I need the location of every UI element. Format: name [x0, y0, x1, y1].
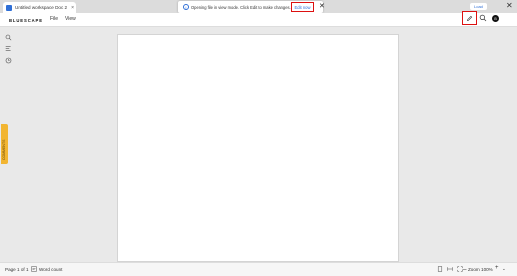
menu-view[interactable]: View	[65, 16, 76, 22]
page-count: Page 1 of 1	[5, 267, 29, 272]
bluescape-logo: BLUESCAPE	[9, 18, 43, 23]
comments-tab[interactable]: COMMENTS	[1, 124, 8, 164]
search-icon[interactable]	[5, 34, 12, 41]
document-icon	[6, 4, 12, 11]
search-icon[interactable]	[479, 14, 487, 22]
tab-title: Untitled workspace Doc 2	[15, 5, 68, 10]
browser-tab[interactable]: Untitled workspace Doc 2 ×	[3, 2, 76, 13]
window-close-icon[interactable]: ✕	[506, 1, 513, 10]
zoom-in-icon[interactable]: +	[495, 265, 499, 271]
word-count-button[interactable]: Word count	[39, 267, 62, 272]
view-mode-notification: i Opening file in view mode. Click Edit …	[178, 1, 325, 13]
history-icon[interactable]	[5, 57, 12, 64]
status-bar: Page 1 of 1 Word count Zoom 100% + ⌄	[0, 262, 517, 276]
list-icon[interactable]	[5, 45, 12, 52]
pencil-icon	[467, 15, 473, 21]
zoom-out-icon[interactable]	[462, 267, 467, 272]
notification-close-icon[interactable]: ✕	[319, 2, 325, 10]
avatar[interactable]: B	[492, 15, 499, 22]
app-header: BLUESCAPE File View	[0, 13, 517, 27]
word-count-icon[interactable]	[31, 266, 37, 272]
load-badge[interactable]: Load	[470, 3, 487, 10]
zoom-level[interactable]: Zoom 100%	[468, 267, 493, 272]
info-icon: i	[183, 4, 189, 10]
document-page[interactable]	[117, 34, 399, 262]
comments-tab-label: COMMENTS	[2, 139, 6, 160]
edit-pencil-button[interactable]	[462, 11, 477, 25]
notification-message: Opening file in view mode. Click Edit to…	[191, 5, 291, 10]
zoom-menu-chevron-icon[interactable]: ⌄	[502, 266, 506, 272]
fit-width-icon[interactable]	[447, 266, 453, 272]
menu-file[interactable]: File	[50, 16, 58, 22]
edit-now-button[interactable]: Edit now	[291, 2, 314, 12]
fit-page-icon[interactable]	[437, 266, 443, 272]
tab-close-icon[interactable]: ×	[71, 5, 74, 11]
